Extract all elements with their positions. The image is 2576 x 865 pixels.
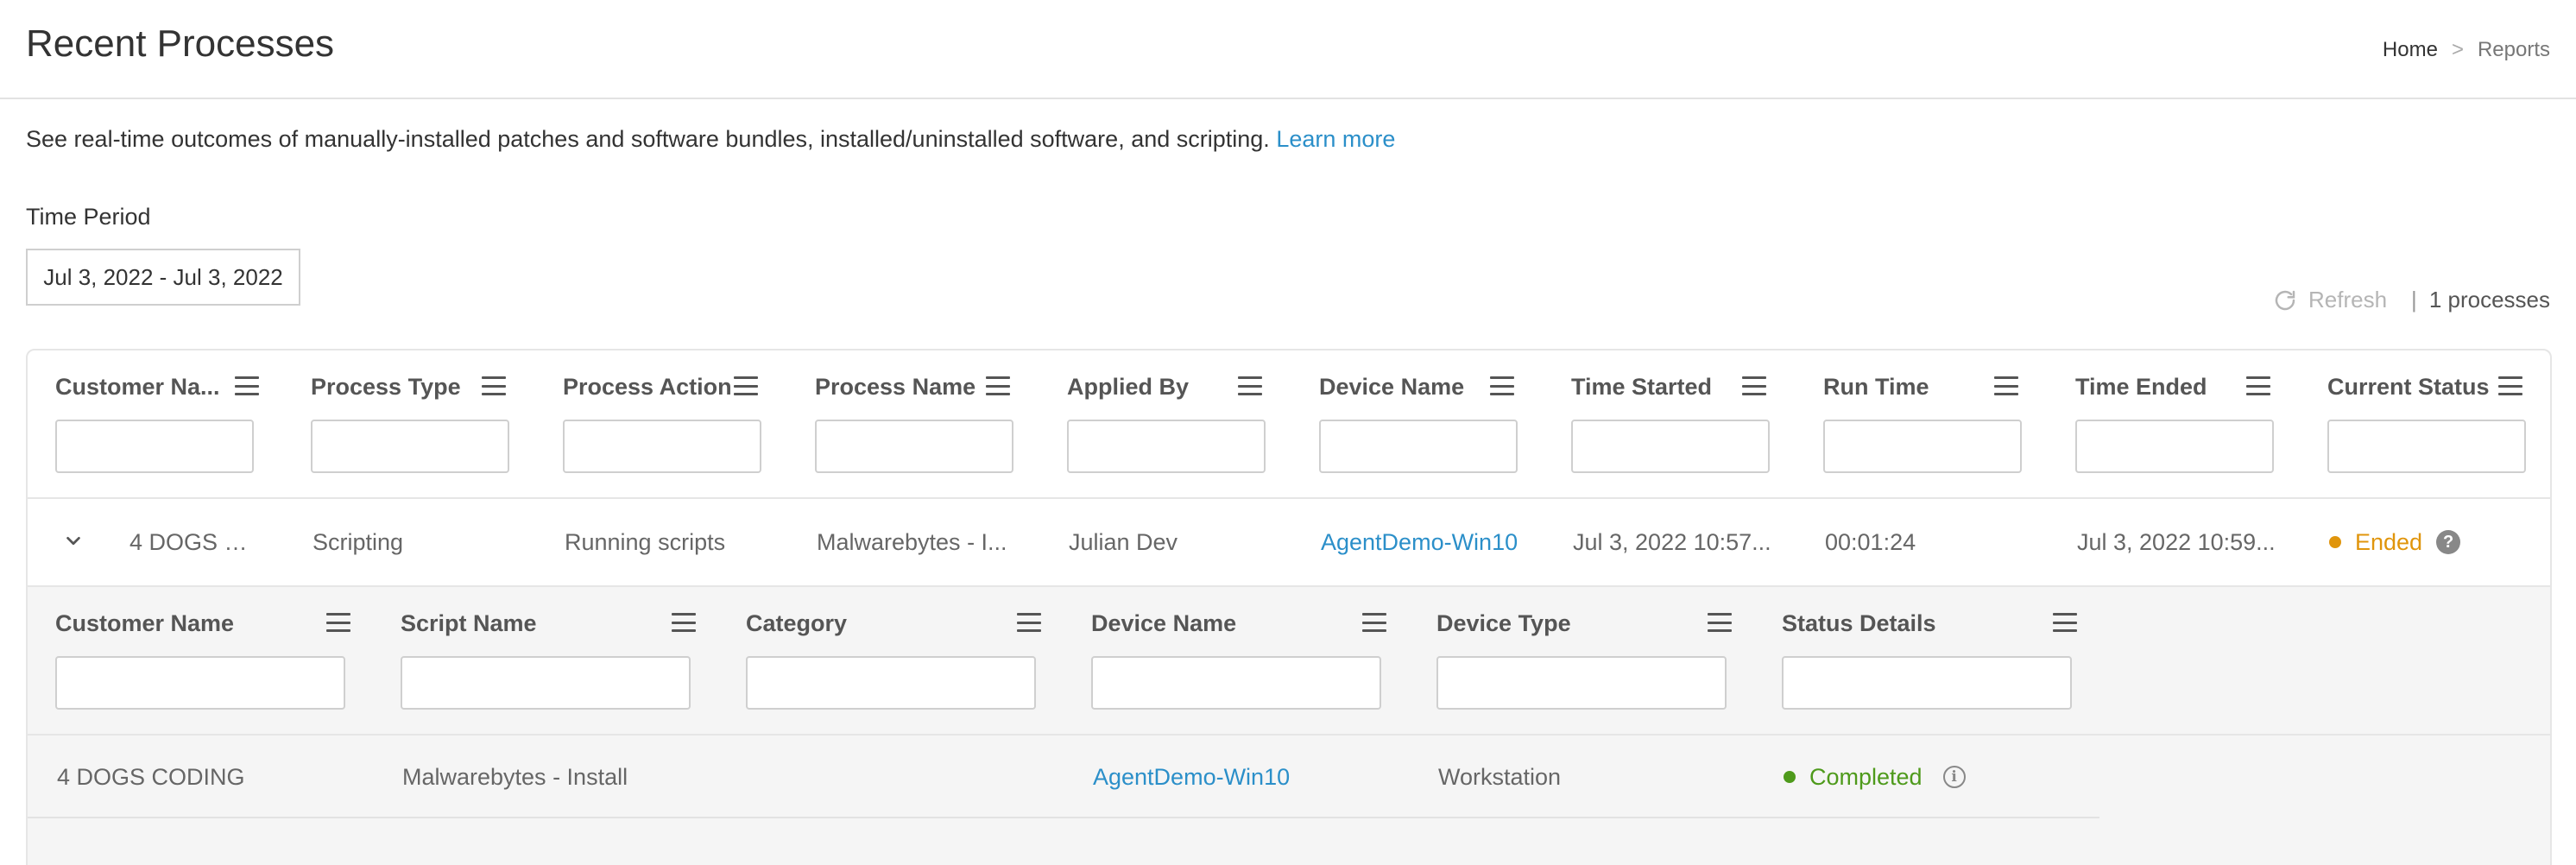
subcolumn-device-name[interactable]: Device Name [1091,606,1386,641]
process-count: 1 processes [2428,287,2550,313]
breadcrumb-reports: Reports [2477,38,2550,61]
column-menu-icon[interactable] [2053,613,2077,632]
column-menu-icon[interactable] [1490,376,1514,395]
subcell-device-name[interactable]: AgentDemo-Win10 [1093,736,1421,818]
column-menu-icon[interactable] [1238,376,1262,395]
column-menu-icon[interactable] [1017,613,1041,632]
filter-customer-name[interactable] [55,420,254,473]
table-row[interactable]: 4 DOGS C... Scripting Running scripts Ma… [28,499,2550,587]
subcell-customer: 4 DOGS CODING [57,763,245,790]
column-menu-icon[interactable] [672,613,696,632]
chevron-down-icon[interactable] [64,532,83,551]
cell-process-action: Running scripts [565,528,726,555]
column-menu-icon[interactable] [2246,376,2270,395]
subcell-category [748,736,1076,818]
column-process-action[interactable]: Process Action [563,369,758,404]
filter-time-started[interactable] [1571,420,1770,473]
cell-process-type: Scripting [313,528,404,555]
breadcrumb-home[interactable]: Home [2383,38,2438,62]
filter-process-action[interactable] [563,420,761,473]
filter-device-name[interactable] [1319,420,1518,473]
device-link[interactable]: AgentDemo-Win10 [1093,764,1290,791]
page-title: Recent Processes [26,22,335,65]
column-applied-by[interactable]: Applied By [1067,369,1262,404]
column-menu-icon[interactable] [986,376,1010,395]
column-current-status[interactable]: Current Status [2327,369,2522,404]
filter-applied-by[interactable] [1067,420,1266,473]
filter-process-type[interactable] [311,420,509,473]
subfilter-category[interactable] [746,656,1036,710]
refresh-button[interactable]: Refresh [2272,287,2387,313]
page-description: See real-time outcomes of manually-insta… [26,126,1395,153]
cell-customer: 4 DOGS C... [129,528,259,555]
filter-current-status[interactable] [2327,420,2526,473]
page-header: Recent Processes Home > Reports [0,0,2576,99]
subcell-script-name: Malwarebytes - Install [402,763,628,790]
time-period-label: Time Period [26,204,151,230]
subcell-device-type: Workstation [1438,763,1562,790]
column-menu-icon[interactable] [734,376,758,395]
column-menu-icon[interactable] [1362,613,1386,632]
help-icon[interactable]: ? [2436,530,2461,554]
toolbar-divider: | [2411,287,2417,313]
cell-time-started: Jul 3, 2022 10:57... [1573,528,1771,555]
breadcrumb: Home > Reports [2383,38,2550,62]
cell-device-name[interactable]: AgentDemo-Win10 [1321,499,1554,585]
filter-time-ended[interactable] [2075,420,2274,473]
refresh-icon [2275,290,2295,310]
column-menu-icon[interactable] [1708,613,1732,632]
refresh-label: Refresh [2308,287,2388,313]
sub-table: Customer Name Script Name Category Devic… [28,587,2550,865]
table-row[interactable]: 4 DOGS CODING Malwarebytes - Install Age… [28,736,2099,818]
status-dot [2329,536,2341,548]
subfilter-status-details[interactable] [1782,656,2072,710]
status-dot [1784,771,1796,783]
cell-run-time: 00:01:24 [1825,528,1916,555]
subcell-status-details: Completed i [1784,736,2094,818]
subcolumn-status-details[interactable]: Status Details [1782,606,2077,641]
column-device-name[interactable]: Device Name [1319,369,1514,404]
column-time-ended[interactable]: Time Ended [2075,369,2270,404]
column-menu-icon[interactable] [235,376,259,395]
cell-time-ended: Jul 3, 2022 10:59... [2077,528,2276,555]
learn-more-link[interactable]: Learn more [1276,126,1395,152]
column-customer-name[interactable]: Customer Na... [55,369,259,404]
column-menu-icon[interactable] [326,613,350,632]
column-process-name[interactable]: Process Name [815,369,1010,404]
column-process-type[interactable]: Process Type [311,369,506,404]
filter-process-name[interactable] [815,420,1013,473]
grid-toolbar: Refresh | 1 processes [2272,287,2550,313]
subcolumn-device-type[interactable]: Device Type [1436,606,1732,641]
column-run-time[interactable]: Run Time [1823,369,2018,404]
info-icon[interactable]: i [1942,766,1966,788]
cell-applied-by: Julian Dev [1069,528,1178,555]
status-badge: Completed [1809,763,1923,790]
cell-process-name: Malwarebytes - I... [817,528,1007,555]
device-link[interactable]: AgentDemo-Win10 [1321,529,1518,556]
main-table-header: Customer Na... Process Type Process Acti… [28,350,2550,499]
column-time-started[interactable]: Time Started [1571,369,1766,404]
subfilter-device-name[interactable] [1091,656,1381,710]
processes-grid: Customer Na... Process Type Process Acti… [26,349,2552,865]
filter-run-time[interactable] [1823,420,2022,473]
sub-table-header: Customer Name Script Name Category Devic… [28,587,2550,736]
subcolumn-customer-name[interactable]: Customer Name [55,606,350,641]
column-menu-icon[interactable] [2498,376,2522,395]
time-period-picker[interactable]: Jul 3, 2022 - Jul 3, 2022 [26,249,300,306]
subfilter-script-name[interactable] [401,656,691,710]
column-menu-icon[interactable] [1994,376,2018,395]
column-menu-icon[interactable] [1742,376,1766,395]
subfilter-customer-name[interactable] [55,656,345,710]
status-badge: Ended [2355,528,2423,555]
cell-current-status: Ended ? [2329,499,2536,585]
column-menu-icon[interactable] [482,376,506,395]
description-text: See real-time outcomes of manually-insta… [26,126,1270,152]
subfilter-device-type[interactable] [1436,656,1727,710]
breadcrumb-separator: > [2451,38,2464,61]
subcolumn-category[interactable]: Category [746,606,1041,641]
subcolumn-script-name[interactable]: Script Name [401,606,696,641]
